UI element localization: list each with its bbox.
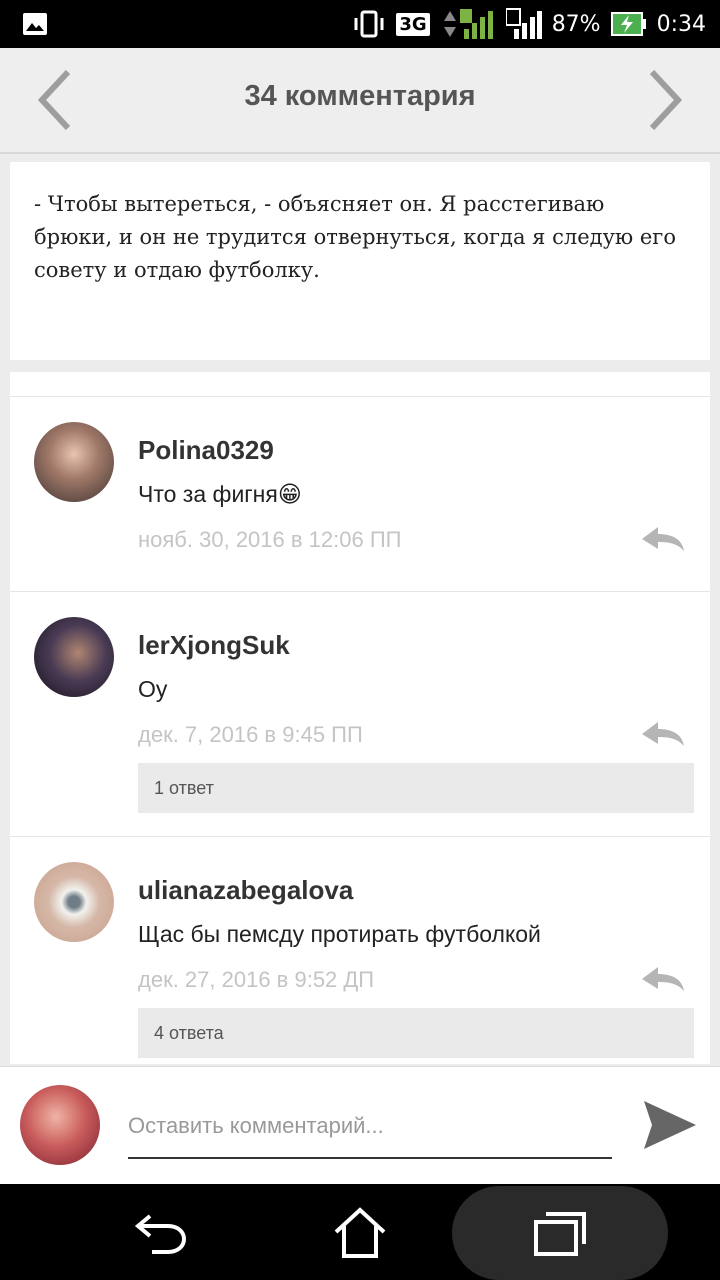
page-title: 34 комментария — [244, 80, 476, 112]
back-icon[interactable] — [130, 1204, 190, 1260]
comment-author[interactable]: Polina0329 — [138, 435, 274, 466]
avatar[interactable] — [34, 862, 114, 942]
comment-text: Оу — [138, 676, 168, 702]
comment-item: lerXjongSuk Оу дек. 7, 2016 в 9:45 ПП 1 … — [10, 591, 710, 836]
chevron-right-icon[interactable] — [644, 68, 684, 132]
avatar — [20, 1085, 100, 1165]
vibrate-icon — [354, 10, 384, 38]
home-icon[interactable] — [330, 1204, 390, 1260]
replies-button[interactable]: 4 ответа — [138, 1008, 694, 1058]
comment-date: дек. 27, 2016 в 9:52 ДП — [138, 967, 375, 992]
battery-percent: 87% — [551, 11, 601, 37]
header: 34 комментария — [0, 48, 720, 154]
comment-item: Polina0329 Что за фигня😁 нояб. 30, 2016 … — [10, 396, 710, 591]
signal-icon — [505, 8, 542, 39]
recents-icon[interactable] — [530, 1204, 590, 1260]
reply-icon[interactable] — [640, 525, 686, 555]
comment-date: дек. 7, 2016 в 9:45 ПП — [138, 722, 363, 747]
comment-item: ulianazabegalova Щас бы пемсду протирать… — [10, 836, 710, 1064]
quote-text: - Чтобы вытереться, - объясняет он. Я ра… — [34, 192, 676, 282]
status-bar: 3G 87% 0:34 — [0, 0, 720, 48]
comment-composer — [0, 1066, 720, 1185]
network-type: 3G — [396, 12, 430, 36]
image-icon — [23, 13, 47, 35]
comment-author[interactable]: lerXjongSuk — [138, 630, 290, 661]
system-nav-bar — [0, 1184, 720, 1280]
comment-author[interactable]: ulianazabegalova — [138, 875, 353, 906]
clock: 0:34 — [656, 11, 706, 37]
avatar[interactable] — [34, 617, 114, 697]
send-icon[interactable] — [640, 1095, 700, 1155]
comment-text: Щас бы пемсду протирать футболкой — [138, 921, 541, 947]
replies-button[interactable]: 1 ответ — [138, 763, 694, 813]
avatar[interactable] — [34, 422, 114, 502]
comment-input[interactable] — [128, 1095, 612, 1159]
comment-text: Что за фигня😁 — [138, 481, 302, 507]
signal-icon — [443, 9, 493, 39]
comment-list: Polina0329 Что за фигня😁 нояб. 30, 2016 … — [10, 372, 710, 1064]
quoted-passage: - Чтобы вытереться, - объясняет он. Я ра… — [10, 162, 710, 360]
reply-icon[interactable] — [640, 965, 686, 995]
reply-icon[interactable] — [640, 720, 686, 750]
battery-icon — [610, 12, 646, 36]
comment-date: нояб. 30, 2016 в 12:06 ПП — [138, 527, 402, 552]
